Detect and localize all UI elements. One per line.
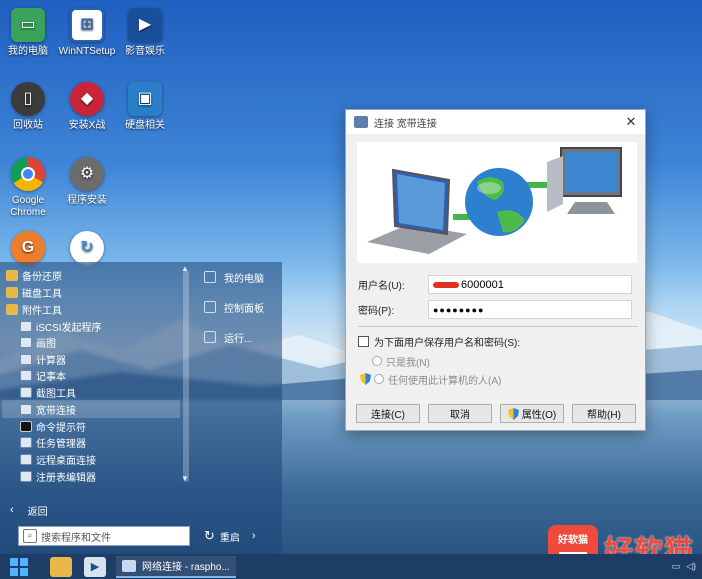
password-label: 密码(P): [358,305,395,317]
start-item-paint[interactable]: 画图 [20,334,56,350]
checkbox-icon[interactable] [358,335,369,347]
dialog-divider [358,326,638,327]
cancel-button[interactable]: 取消 [428,404,492,423]
radio-icon[interactable] [372,356,382,366]
media-taskbar-button[interactable]: ▶ [84,556,106,577]
start-item-disk-tools[interactable]: 磁盘工具 [6,284,62,300]
network-connection-icon [354,116,368,128]
save-credentials-checkbox[interactable]: 为下面用户保存用户名和密码(S): [358,331,520,351]
start-item-accessories[interactable]: 附件工具 [6,301,62,317]
cmd-icon [20,420,32,432]
only-me-radio[interactable]: 只是我(N) [372,351,430,371]
folder-icon [6,286,18,298]
desktop-icon-my-computer[interactable]: ▭ 我的电脑 [0,8,59,58]
desktop-icon-recycle-bin[interactable]: ▯ 回收站 [0,82,59,132]
search-input[interactable]: 搜索程序和文件 [41,529,111,544]
help-button[interactable]: 帮助(H) [572,404,636,423]
tray-volume-icon[interactable]: ◁) [686,561,696,572]
start-item-remote-desktop[interactable]: 远程桌面连接 [20,451,96,467]
restart-button[interactable]: ↻ 重启 › [204,526,256,546]
start-item-calculator[interactable]: 计算器 [20,351,66,367]
start-item-iscsi[interactable]: iSCSI发起程序 [20,318,102,334]
calculator-icon [20,353,32,365]
start-item-regedit[interactable]: 注册表编辑器 [20,468,96,484]
start-item-backup-restore[interactable]: 备份还原 [6,267,62,283]
restart-icon: ↻ [204,528,215,543]
dialog-button-row: 连接(C) 取消 属性(O) 帮助(H) [356,404,644,423]
media-icon: ▶ [128,8,162,42]
search-icon: ⌕ [23,529,37,543]
system-tray: ▭ ◁) [672,554,696,579]
tray-network-icon[interactable]: ▭ [672,561,681,572]
desktop-icon-installer[interactable]: ◆ 安装X战 [56,82,118,132]
start-menu: 备份还原 磁盘工具 附件工具 iSCSI发起程序 画图 计算器 记事本 截图工具… [0,262,282,554]
back-button[interactable]: ‹ 返回 [0,500,196,520]
registry-icon [20,470,32,482]
dialog-title: 连接 宽带连接 [374,118,437,130]
taskbar: ▶ 网络连接 - raspho... ▭ ◁) [0,554,702,579]
recycle-bin-icon: ▯ [11,82,45,116]
start-menu-scrollbar[interactable] [183,270,189,482]
winntsetup-icon: ⊞ [70,8,104,42]
connection-banner-image [357,142,637,263]
remote-desktop-icon [20,453,32,465]
broadband-connect-dialog: 连接 宽带连接 ✕ 用户名(U): 6000001 密码(P): ●●●●●●●… [345,109,646,431]
gear-icon: ⚙ [70,157,104,191]
start-item-notepad[interactable]: 记事本 [20,367,66,383]
task-manager-icon [20,436,32,448]
right-item-my-computer[interactable]: 我的电脑 [204,267,264,287]
start-menu-right-pane: 我的电脑 控制面板 运行... [196,262,282,492]
installer-icon: ◆ [70,82,104,116]
harddisk-icon: ▣ [128,82,162,116]
start-menu-program-list: 备份还原 磁盘工具 附件工具 iSCSI发起程序 画图 计算器 记事本 截图工具… [0,262,196,492]
desktop-icon-program-install[interactable]: ⚙ 程序安装 [56,157,118,207]
notepad-icon [20,369,32,381]
radio-icon[interactable] [374,374,384,384]
password-field[interactable]: ●●●●●●●● [428,300,632,319]
start-item-cmd[interactable]: 命令提示符 [20,418,86,434]
network-icon [20,403,32,415]
windows-logo-icon [10,557,18,566]
taskbar-network-connections[interactable]: 网络连接 - raspho... [116,555,236,578]
start-item-broadband[interactable]: 宽带连接 [20,401,76,417]
chevron-right-icon[interactable]: › [252,530,256,542]
start-item-task-manager[interactable]: 任务管理器 [20,434,86,450]
computer-icon [204,271,216,283]
close-icon[interactable]: ✕ [617,110,645,134]
desktop-icon-winntsetup[interactable]: ⊞ WinNTSetup [56,8,118,58]
network-connection-icon [122,559,136,572]
connect-button[interactable]: 连接(C) [356,404,420,423]
dialog-titlebar: 连接 宽带连接 ✕ [346,110,645,134]
desktop-icon-harddisk[interactable]: ▣ 硬盘相关 [114,82,176,132]
paint-icon [20,336,32,348]
desktop-icon-media[interactable]: ▶ 影音娱乐 [114,8,176,58]
uac-shield-icon [360,373,371,385]
anyone-radio[interactable]: 任何使用此计算机的人(A) [360,369,501,389]
right-item-run[interactable]: 运行... [204,327,252,347]
chrome-icon [11,157,45,191]
run-icon [204,331,216,343]
start-item-snipping-tool[interactable]: 截图工具 [20,384,76,400]
g-app-icon: G [11,231,45,265]
redaction-mark [433,281,459,288]
scissors-icon [20,386,32,398]
username-field[interactable]: 6000001 [428,275,632,294]
iscsi-icon [20,320,32,332]
uac-shield-icon [507,407,519,420]
scroll-down-icon[interactable]: ▼ [181,474,189,483]
control-panel-icon [204,301,216,313]
computer-icon: ▭ [11,8,45,42]
search-box[interactable]: ⌕ 搜索程序和文件 [18,526,190,546]
username-label: 用户名(U): [358,280,405,292]
desktop-icon-chrome[interactable]: Google Chrome [0,157,59,219]
file-explorer-button[interactable] [50,556,72,577]
media-icon: ▶ [90,561,100,573]
refresh-app-icon: ↻ [70,231,104,265]
start-button[interactable] [8,556,30,578]
right-item-control-panel[interactable]: 控制面板 [204,297,264,317]
folder-icon [6,269,18,281]
properties-button[interactable]: 属性(O) [500,404,564,423]
chevron-left-icon: ‹ [10,504,14,516]
folder-icon [6,303,18,315]
